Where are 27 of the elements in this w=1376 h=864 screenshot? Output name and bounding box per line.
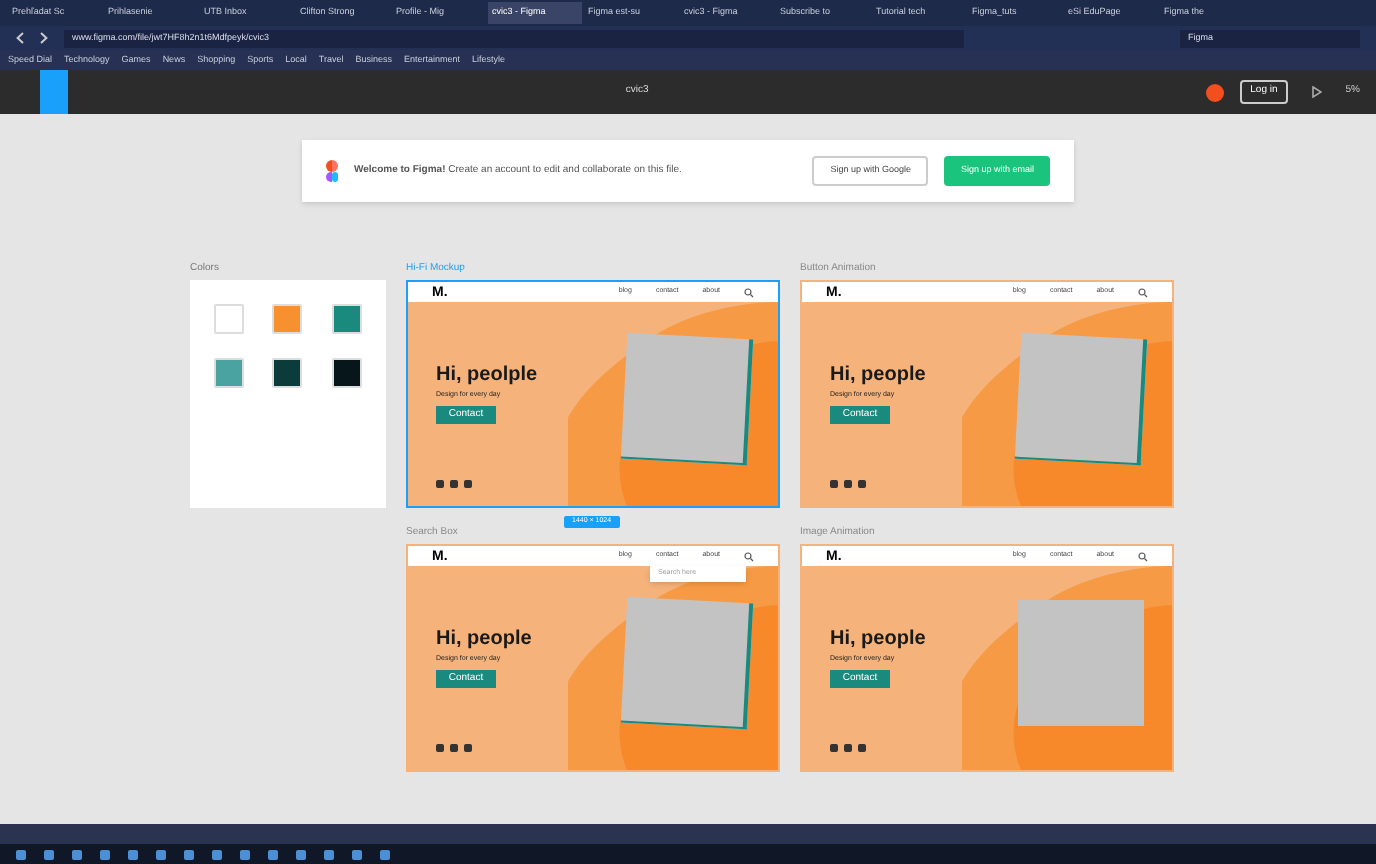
taskbar-app-icon[interactable] (352, 849, 362, 859)
search-icon[interactable] (744, 551, 754, 561)
taskbar-app-icon[interactable] (296, 849, 306, 859)
back-icon[interactable] (16, 32, 24, 44)
taskbar-app-icon[interactable] (324, 849, 334, 859)
hero-heading: Hi, people (830, 366, 926, 386)
user-avatar (1206, 83, 1225, 101)
taskbar-app-icon[interactable] (128, 849, 138, 859)
taskbar-app-icon[interactable] (16, 849, 26, 859)
taskbar-app-icon[interactable] (184, 849, 194, 859)
figma-logo-icon (326, 160, 338, 182)
hero-heading: Hi, peolple (436, 366, 538, 386)
search-icon[interactable] (1138, 287, 1148, 297)
hero-heading: Hi, people (830, 630, 926, 650)
taskbar-app-icon[interactable] (240, 849, 250, 859)
search-icon[interactable] (744, 287, 754, 297)
hero-heading: Hi, people (436, 630, 532, 650)
taskbar-app-icon[interactable] (44, 849, 54, 859)
forward-icon[interactable] (40, 32, 48, 44)
play-icon[interactable] (1311, 86, 1322, 98)
taskbar-app-icon[interactable] (72, 849, 82, 859)
taskbar-app-icon[interactable] (156, 849, 166, 859)
search-icon[interactable] (1138, 551, 1148, 561)
taskbar-app-icon[interactable] (268, 849, 278, 859)
taskbar-app-icon[interactable] (380, 849, 390, 859)
taskbar-app-icon[interactable] (212, 849, 222, 859)
taskbar-app-icon[interactable] (100, 849, 110, 859)
